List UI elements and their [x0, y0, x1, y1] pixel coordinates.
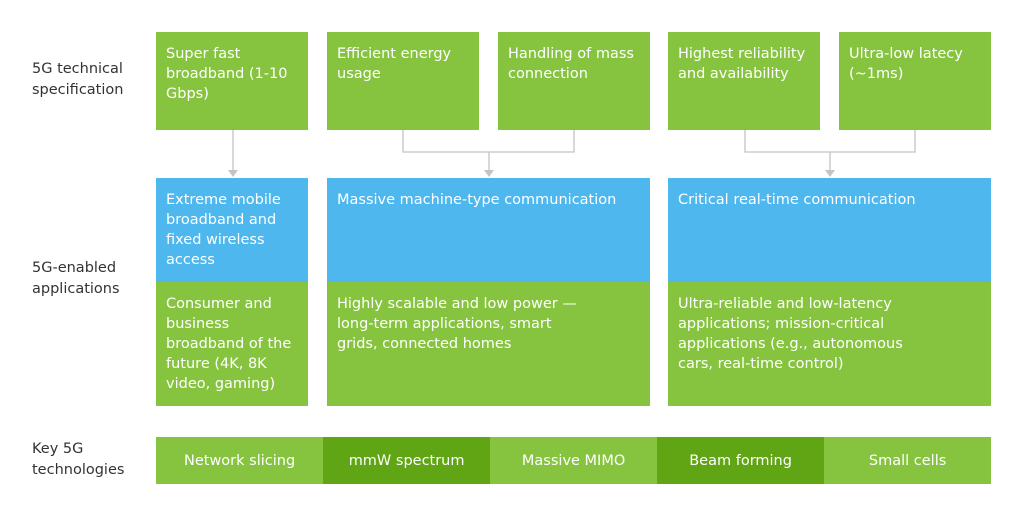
- arrow-head-icon: [825, 170, 835, 177]
- application-detail: Ultra-reliable and low-latency applicati…: [668, 282, 991, 406]
- technology-mmw-spectrum: mmW spectrum: [323, 437, 491, 484]
- application-detail: Consumer and business broadband of the f…: [156, 282, 308, 406]
- connector-line: [744, 130, 916, 172]
- technology-network-slicing: Network slicing: [156, 437, 324, 484]
- technology-massive-mimo: Massive MIMO: [490, 437, 658, 484]
- technology-beam-forming: Beam forming: [657, 437, 825, 484]
- spec-box: Efficient energy usage: [327, 32, 479, 130]
- arrow-head-icon: [228, 170, 238, 177]
- application-detail: Highly scalable and low power — long-ter…: [327, 282, 650, 406]
- technology-small-cells: Small cells: [824, 437, 992, 484]
- spec-box: Handling of mass connection: [498, 32, 650, 130]
- application-title: Critical real-time communication: [668, 178, 991, 282]
- spec-box: Super fast broadband (1-10 Gbps): [156, 32, 308, 130]
- spec-box: Highest reliability and availability: [668, 32, 820, 130]
- application-title: Extreme mobile broadband and fixed wirel…: [156, 178, 308, 282]
- connector-line: [402, 130, 575, 172]
- application-title: Massive machine-type communication: [327, 178, 650, 282]
- spec-box: Ultra-low latecy (~1ms): [839, 32, 991, 130]
- arrow-head-icon: [484, 170, 494, 177]
